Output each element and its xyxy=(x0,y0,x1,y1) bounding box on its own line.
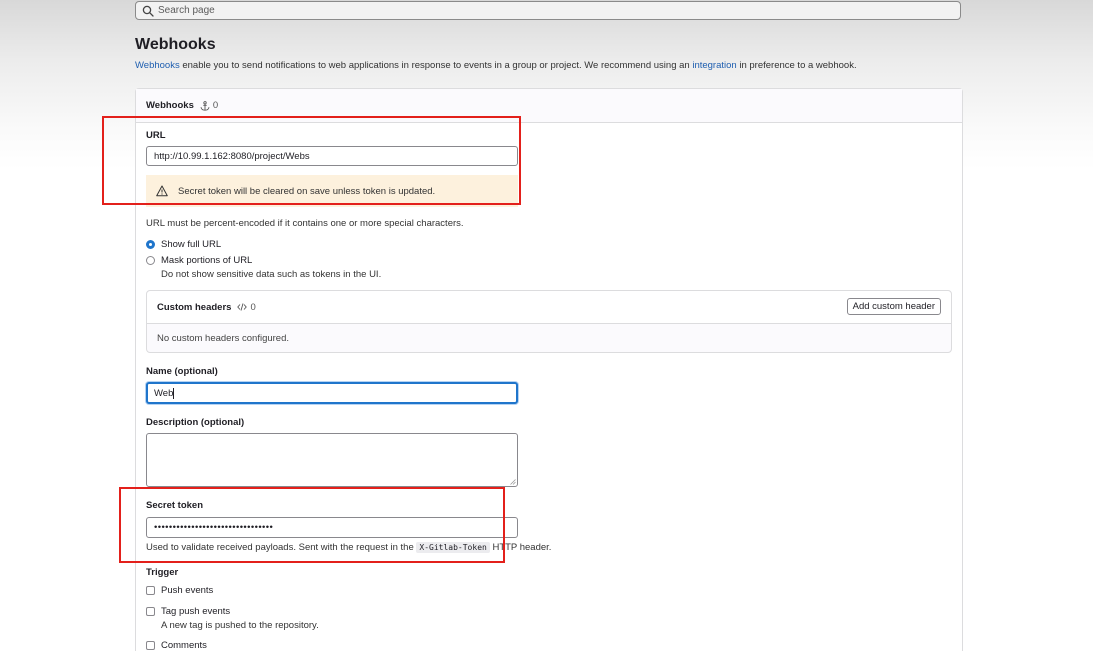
url-input[interactable]: http://10.99.1.162:8080/project/Webs xyxy=(146,146,518,166)
checkbox-label: Push events xyxy=(161,585,214,596)
webhook-count-value: 0 xyxy=(212,100,219,111)
custom-headers-count: 0 xyxy=(237,301,256,313)
page-title: Webhooks xyxy=(135,36,216,53)
secret-token-label: Secret token xyxy=(146,500,204,511)
warning-icon xyxy=(156,185,168,197)
search-icon xyxy=(142,5,154,17)
name-input[interactable]: Web xyxy=(146,382,518,404)
radio-label: Mask portions of URL xyxy=(161,255,253,266)
resize-handle-icon[interactable] xyxy=(510,479,516,485)
radio-sublabel: Do not show sensitive data such as token… xyxy=(161,269,382,280)
radio-checked-icon[interactable] xyxy=(146,240,155,249)
url-label: URL xyxy=(146,130,166,141)
secret-help-before: Used to validate received payloads. Sent… xyxy=(146,542,417,553)
url-help-text: URL must be percent-encoded if it contai… xyxy=(146,218,464,229)
secret-token-help: Used to validate received payloads. Sent… xyxy=(146,542,551,553)
trigger-label: Trigger xyxy=(146,567,179,578)
description-end: in preference to a webhook. xyxy=(736,60,857,71)
secret-token-input[interactable]: •••••••••••••••••••••••••••••••• xyxy=(146,517,518,538)
checkbox-push-events[interactable]: Push events xyxy=(146,585,213,596)
checkbox-icon[interactable] xyxy=(146,586,155,595)
custom-headers-header: Custom headers 0 Add custom header xyxy=(147,291,951,324)
webhooks-link[interactable]: Webhooks xyxy=(135,60,180,71)
code-icon xyxy=(237,303,248,311)
custom-headers-count-value: 0 xyxy=(250,301,256,313)
checkbox-comments[interactable]: Comments xyxy=(146,640,207,651)
integration-link[interactable]: integration xyxy=(692,60,736,71)
name-input-value: Web xyxy=(154,387,174,399)
name-label: Name (optional) xyxy=(146,366,218,377)
webhook-count: 0 xyxy=(200,100,218,111)
radio-unchecked-icon[interactable] xyxy=(146,256,155,265)
checkbox-tag-push-events[interactable]: Tag push events A new tag is pushed to t… xyxy=(146,606,319,631)
card-header: Webhooks 0 xyxy=(136,89,962,123)
warning-text: Secret token will be cleared on save unl… xyxy=(178,185,436,197)
description-textarea[interactable] xyxy=(146,433,518,487)
description-label: Description (optional) xyxy=(146,417,245,428)
add-custom-header-button[interactable]: Add custom header xyxy=(846,298,941,315)
checkbox-icon[interactable] xyxy=(146,641,155,650)
radio-show-full-url[interactable]: Show full URL xyxy=(146,239,221,250)
page-description: Webhooks enable you to send notification… xyxy=(135,60,857,71)
radio-mask-url[interactable]: Mask portions of URL Do not show sensiti… xyxy=(146,255,381,280)
custom-headers-empty: No custom headers configured. xyxy=(157,333,290,344)
text-caret xyxy=(173,387,175,399)
radio-label: Show full URL xyxy=(161,239,222,250)
webhook-form-card: Webhooks 0 xyxy=(135,88,963,651)
checkbox-label: Tag push events xyxy=(161,606,231,617)
search-placeholder: Search page xyxy=(158,5,215,16)
anchor-icon xyxy=(200,100,210,111)
secret-help-after: HTTP header. xyxy=(489,542,552,553)
search-input[interactable]: Search page xyxy=(135,1,961,20)
checkbox-label: Comments xyxy=(161,640,207,651)
checkbox-icon[interactable] xyxy=(146,607,155,616)
custom-headers-card: Custom headers 0 Add custom header No cu… xyxy=(146,290,952,353)
secret-token-warning: Secret token will be cleared on save unl… xyxy=(146,175,518,207)
header-code: X-Gitlab-Token xyxy=(416,542,490,553)
checkbox-sublabel: A new tag is pushed to the repository. xyxy=(161,620,319,631)
custom-headers-title: Custom headers xyxy=(157,301,232,313)
card-title: Webhooks xyxy=(146,100,194,111)
description-text: enable you to send notifications to web … xyxy=(179,60,693,71)
